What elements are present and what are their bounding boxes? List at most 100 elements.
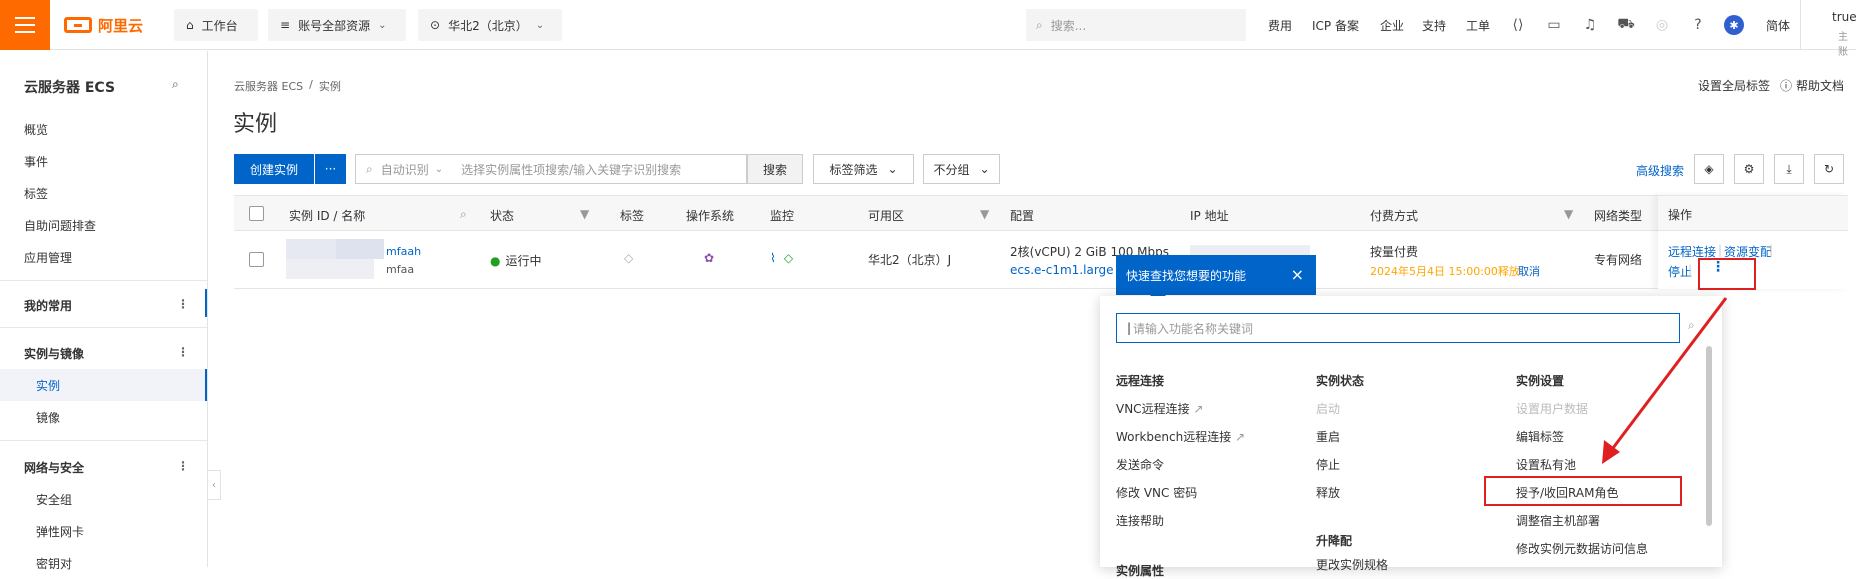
global-search-input[interactable]: ⌕ 搜索... xyxy=(1026,9,1246,41)
function-search-input[interactable]: | 请输入功能名称关键词 xyxy=(1116,313,1680,343)
nav-enterprise[interactable]: 企业 xyxy=(1380,0,1404,50)
menu-host-deploy[interactable]: 调整宿主机部署 xyxy=(1516,512,1600,529)
advanced-search-link[interactable]: 高级搜索 xyxy=(1636,162,1684,179)
user-sub: 主账 xyxy=(1838,32,1848,58)
scrollbar[interactable] xyxy=(1706,346,1712,526)
question-icon: ⓘ xyxy=(1780,79,1793,93)
download-icon[interactable]: ⤓ xyxy=(1774,154,1804,184)
sidebar-section-network-security[interactable]: 网络与安全 xyxy=(24,459,84,476)
account-resource-select[interactable]: ≡ 账号全部资源 ⌄ xyxy=(268,9,406,41)
search-type-select[interactable]: 自动识别 xyxy=(381,161,429,178)
sidebar-item-keypair[interactable]: 密钥对 xyxy=(36,555,72,572)
aliyun-logo[interactable]: 阿里云 xyxy=(64,14,143,36)
col-network: 网络类型 xyxy=(1594,209,1643,223)
row-checkbox[interactable] xyxy=(249,252,264,267)
divider xyxy=(0,280,207,281)
menu-workbench[interactable]: Workbench远程连接 ↗ xyxy=(1116,428,1245,445)
sidebar-item-tags[interactable]: 标签 xyxy=(24,185,48,202)
nav-fee[interactable]: 费用 xyxy=(1268,0,1292,50)
menu-vnc-label: VNC远程连接 xyxy=(1116,402,1190,416)
set-global-tags-link[interactable]: 设置全局标签 xyxy=(1698,77,1770,94)
sidebar-section-favorites[interactable]: 我的常用 xyxy=(24,297,72,314)
help-icon[interactable]: ? xyxy=(1688,15,1708,35)
sidebar-item-overview[interactable]: 概览 xyxy=(24,121,48,138)
more-icon[interactable]: ⋮ xyxy=(177,297,189,311)
more-actions-panel: | 请输入功能名称关键词 ⌕ 远程连接 VNC远程连接 ↗ Workbench远程… xyxy=(1100,296,1722,578)
assistant-icon[interactable]: ✱ xyxy=(1724,15,1744,35)
sidebar-section-instances-images[interactable]: 实例与镜像 xyxy=(24,345,84,362)
nav-support[interactable]: 支持 xyxy=(1422,0,1446,50)
nav-icp[interactable]: ICP 备案 xyxy=(1312,0,1359,50)
select-all-checkbox[interactable] xyxy=(249,206,264,221)
filter-icon[interactable]: ▼ xyxy=(1564,207,1573,221)
sidebar-item-app-management[interactable]: 应用管理 xyxy=(24,249,72,266)
col-status: 状态 xyxy=(490,209,515,223)
more-actions-button[interactable]: ··· xyxy=(315,154,346,184)
filter-icon[interactable]: ▼ xyxy=(980,207,989,221)
instance-id-link[interactable]: mfaah xyxy=(386,245,421,258)
guide-tooltip: 快速查找您想要的功能 × xyxy=(1116,255,1316,303)
code-icon[interactable]: ⟨⟩ xyxy=(1508,15,1528,35)
cancel-release-link[interactable]: 取消 xyxy=(1518,263,1540,279)
create-instance-button[interactable]: 创建实例 xyxy=(234,154,314,184)
menu-icon[interactable] xyxy=(0,0,50,50)
user-name[interactable]: true_ xyxy=(1832,10,1856,24)
sidebar-item-security-group[interactable]: 安全组 xyxy=(36,491,72,508)
breadcrumb-ecs[interactable]: 云服务器 ECS xyxy=(234,78,303,94)
cart-icon[interactable]: ⛟ xyxy=(1616,15,1636,35)
spec-link[interactable]: ecs.e-c1m1.large xyxy=(1010,263,1114,277)
menu-send-command[interactable]: 发送命令 xyxy=(1116,456,1164,473)
menu-stop[interactable]: 停止 xyxy=(1316,456,1340,473)
menu-change-spec[interactable]: 更改实例规格 xyxy=(1316,556,1388,573)
divider xyxy=(1800,0,1801,50)
menu-connect-help[interactable]: 连接帮助 xyxy=(1116,512,1164,529)
menu-vnc[interactable]: VNC远程连接 ↗ xyxy=(1116,400,1203,417)
region-select[interactable]: ⊙ 华北2（北京） ⌄ xyxy=(418,9,562,41)
menu-user-data[interactable]: 设置用户数据 xyxy=(1516,400,1588,417)
external-link-icon: ↗ xyxy=(1193,402,1204,416)
search-placeholder: 搜索... xyxy=(1050,18,1087,33)
menu-edit-tags[interactable]: 编辑标签 xyxy=(1516,428,1564,445)
search-icon[interactable]: ⌕ xyxy=(172,77,179,92)
sidebar-item-images[interactable]: 镜像 xyxy=(36,409,60,426)
help-doc-label: 帮助文档 xyxy=(1796,79,1845,93)
more-icon[interactable]: ⋮ xyxy=(177,459,189,473)
menu-private-pool[interactable]: 设置私有池 xyxy=(1516,456,1576,473)
menu-release[interactable]: 释放 xyxy=(1316,484,1340,501)
sidebar-item-eni[interactable]: 弹性网卡 xyxy=(36,523,84,540)
chevron-down-icon: ⌄ xyxy=(535,19,545,31)
sidebar-collapse-icon[interactable]: ‹ xyxy=(207,470,221,500)
tag-filter-button[interactable]: 标签筛选 ⌄ xyxy=(813,154,914,184)
language-switch[interactable]: 简体 xyxy=(1766,0,1790,50)
nav-ticket[interactable]: 工单 xyxy=(1466,0,1490,50)
bell-icon[interactable]: ♫ xyxy=(1580,15,1600,35)
terminal-icon[interactable]: ▭ xyxy=(1544,15,1564,35)
menu-restart[interactable]: 重启 xyxy=(1316,428,1340,445)
lightbulb-icon[interactable]: ◎ xyxy=(1652,15,1672,35)
gear-icon[interactable]: ⚙ xyxy=(1734,154,1764,184)
monitor-icons[interactable]: ⌇ ◇ xyxy=(770,251,793,265)
menu-change-vnc-password[interactable]: 修改 VNC 密码 xyxy=(1116,484,1197,501)
refresh-icon[interactable]: ↻ xyxy=(1814,154,1844,184)
filter-icon[interactable]: ▼ xyxy=(580,207,589,221)
instance-search-input[interactable]: ⌕ 自动识别 ⌄ 选择实例属性项搜索/输入关键字识别搜索 xyxy=(355,154,747,184)
group-remote-connect: 远程连接 xyxy=(1116,374,1165,388)
search-button[interactable]: 搜索 xyxy=(747,154,803,184)
release-time: 2024年5月4日 15:00:00释放 xyxy=(1370,265,1520,278)
search-icon[interactable]: ⌕ xyxy=(460,207,467,222)
sidebar-item-instances[interactable]: 实例 xyxy=(36,377,60,394)
workbench-button[interactable]: ⌂ 工作台 xyxy=(174,9,258,41)
tag-icon[interactable]: ◇ xyxy=(624,251,633,265)
help-doc-link[interactable]: ⓘ 帮助文档 xyxy=(1780,77,1844,94)
os-icon: ✿ xyxy=(704,251,715,265)
menu-start[interactable]: 启动 xyxy=(1316,400,1340,417)
group-select[interactable]: 不分组 ⌄ xyxy=(923,154,1000,184)
more-icon[interactable]: ⋮ xyxy=(177,345,189,359)
close-icon[interactable]: × xyxy=(1291,265,1304,284)
layers-icon[interactable]: ◈ xyxy=(1694,154,1724,184)
sidebar-item-troubleshoot[interactable]: 自助问题排查 xyxy=(24,217,96,234)
menu-metadata-access[interactable]: 修改实例元数据访问信息 xyxy=(1516,540,1648,557)
table-row: mfaah mfaa ● 运行中 ◇ ✿ ⌇ ◇ 华北2（北京）J 2核(vCPU)… xyxy=(234,231,1848,289)
sidebar-item-events[interactable]: 事件 xyxy=(24,153,48,170)
col-os: 操作系统 xyxy=(686,209,735,223)
